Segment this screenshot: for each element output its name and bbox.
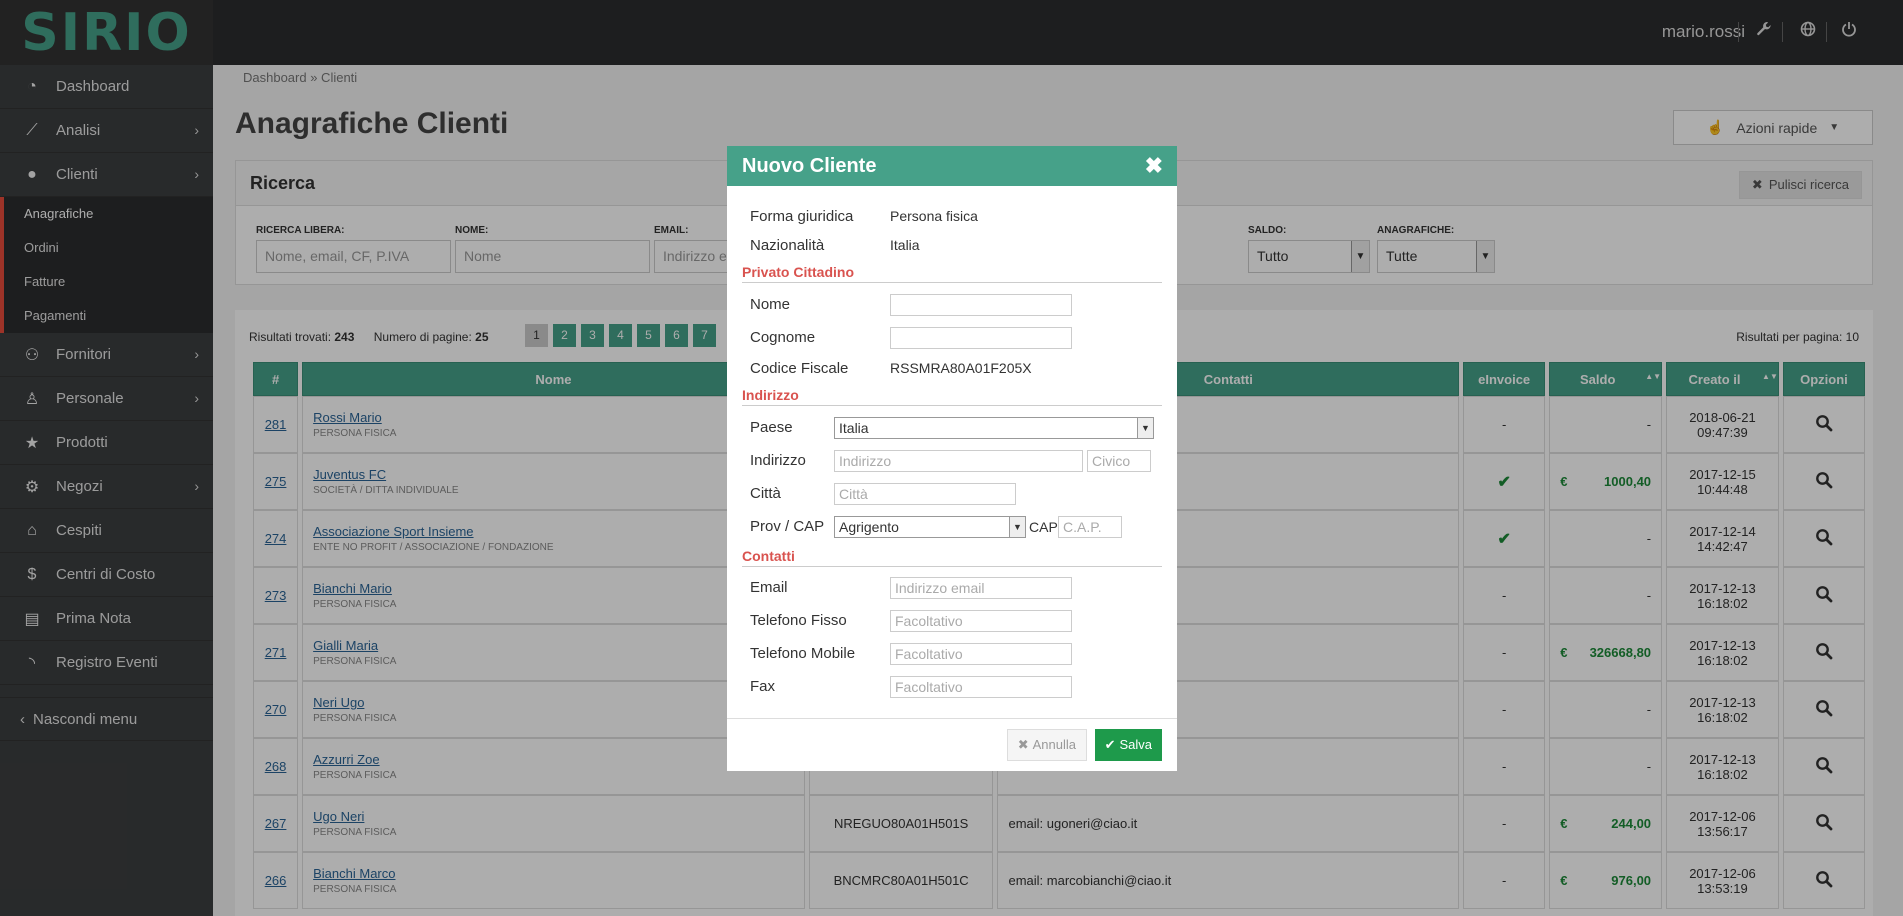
forma-giuridica-value: Persona fisica [890,208,978,224]
nome-label: Nome [750,296,791,313]
telefono-mobile-input[interactable]: Facoltativo [890,643,1072,665]
save-button[interactable]: ✔ Salva [1094,729,1162,761]
paese-label: Paese [750,419,793,436]
section-privato-cittadino: Privato Cittadino [742,264,1162,283]
telefono-mobile-label: Telefono Mobile [750,645,856,662]
nome-input[interactable] [890,294,1072,316]
nazionalita-label: Nazionalità [750,237,825,254]
forma-giuridica-label: Forma giuridica [750,208,854,225]
section-indirizzo: Indirizzo [742,387,1162,406]
chevron-down-icon: ▼ [1009,517,1025,537]
modal-title: Nuovo Cliente [742,155,877,177]
paese-select[interactable]: Italia ▼ [834,417,1154,439]
citta-label: Città [750,485,781,502]
telefono-fisso-label: Telefono Fisso [750,612,847,629]
close-icon[interactable]: ✖ [1145,153,1163,179]
telefono-fisso-input[interactable]: Facoltativo [890,610,1072,632]
citta-input[interactable]: Città [834,483,1016,505]
civico-input[interactable]: Civico [1087,450,1151,472]
section-contatti: Contatti [742,548,1162,567]
fax-input[interactable]: Facoltativo [890,676,1072,698]
fax-label: Fax [750,678,776,695]
indirizzo-label: Indirizzo [750,452,806,469]
modal-header: Nuovo Cliente ✖ [727,146,1177,186]
cognome-input[interactable] [890,327,1072,349]
email-label: Email [750,579,788,596]
close-icon: ✖ [1017,737,1029,752]
cognome-label: Cognome [750,329,816,346]
prov-cap-label: Prov / CAP [750,518,825,535]
provincia-select[interactable]: Agrigento ▼ [834,516,1026,538]
cap-input[interactable]: C.A.P. [1058,516,1122,538]
nazionalita-value: Italia [890,237,920,253]
codice-fiscale-label: Codice Fiscale [750,360,849,377]
new-client-modal: Nuovo Cliente ✖ Forma giuridica Persona … [727,146,1177,771]
codice-fiscale-value: RSSMRA80A01F205X [890,360,1032,376]
indirizzo-input[interactable]: Indirizzo [834,450,1083,472]
cap-label: CAP [1029,519,1058,535]
modal-footer [727,718,1177,719]
chevron-down-icon: ▼ [1137,418,1153,438]
cancel-button[interactable]: ✖ Annulla [1006,729,1087,761]
email-input[interactable]: Indirizzo email [890,577,1072,599]
check-icon: ✔ [1104,737,1116,752]
